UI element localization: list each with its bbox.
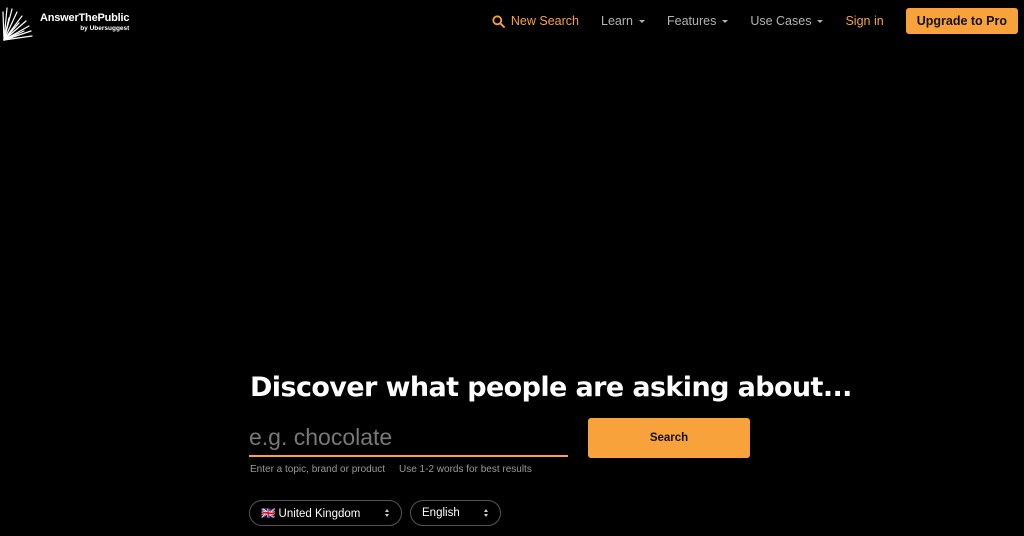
topic-search-input[interactable] [249,420,568,457]
country-select-value: 🇬🇧 United Kingdom [261,508,361,520]
brand-name: AnswerThePublic [40,12,130,25]
use-cases-label: Use Cases [750,14,812,28]
word-count-hint: Use 1-2 words for best results [399,464,532,475]
topic-hint: Enter a topic, brand or product [250,464,386,475]
select-arrows-icon [484,509,489,518]
language-select[interactable]: English [410,500,501,526]
learn-menu[interactable]: Learn [601,14,645,28]
caret-down-icon [817,19,824,23]
sunburst-logo-icon [2,7,33,41]
language-select-value: English [422,507,460,519]
country-select[interactable]: 🇬🇧 United Kingdom [249,500,402,526]
upgrade-to-pro-button[interactable]: Upgrade to Pro [905,8,1018,34]
brand-subtitle: by Ubersuggest [80,25,130,33]
select-arrows-icon [385,509,390,518]
new-search-label: New Search [510,14,579,28]
caret-down-icon [638,19,645,23]
new-search-link[interactable]: New Search [492,14,579,28]
features-label: Features [666,14,717,28]
search-button[interactable]: Search [588,418,750,458]
use-cases-menu[interactable]: Use Cases [750,14,824,28]
brand-wordmark: AnswerThePublic by Ubersuggest [40,12,130,33]
features-menu[interactable]: Features [666,14,729,28]
brand-logo[interactable]: AnswerThePublic by Ubersuggest [0,4,130,42]
learn-label: Learn [601,14,633,28]
main-nav: New Search Learn Features Use Cases Sign… [492,0,1024,42]
sign-in-link[interactable]: Sign in [845,14,883,28]
top-navigation-bar: AnswerThePublic by Ubersuggest New Searc… [0,0,1024,44]
caret-down-icon [722,19,729,23]
hero-headline: Discover what people are asking about... [250,372,852,403]
search-icon [492,14,505,28]
